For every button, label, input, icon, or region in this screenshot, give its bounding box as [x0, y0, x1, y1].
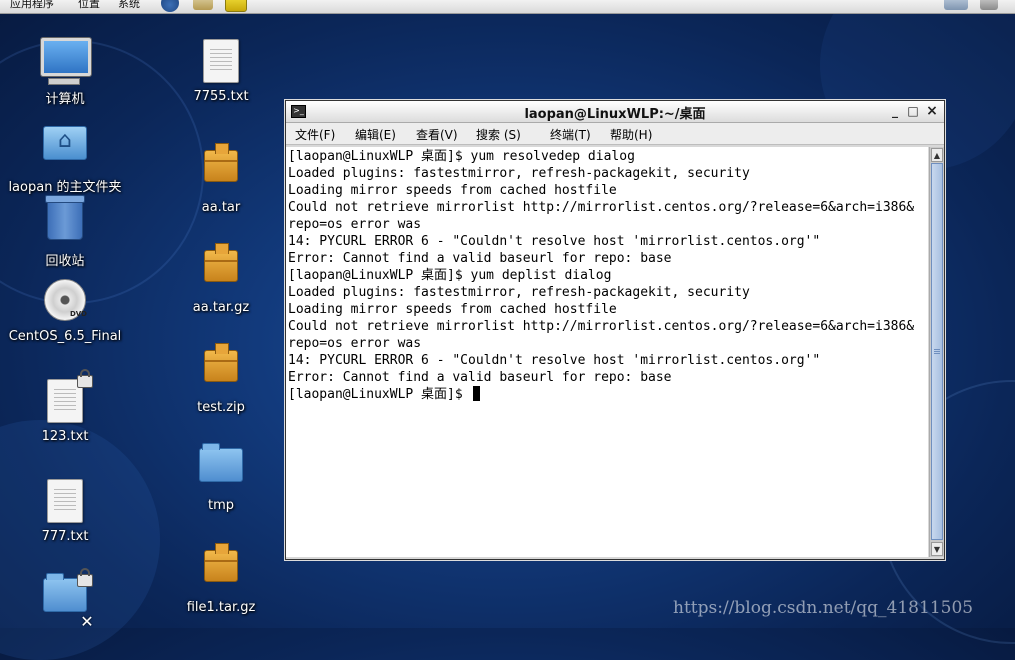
- menu-edit[interactable]: 编辑(E): [355, 126, 396, 143]
- terminal-line: Error: Cannot find a valid baseurl for r…: [288, 370, 672, 385]
- desktop-icon-label: 777.txt: [41, 529, 89, 544]
- top-panel: 应用程序 位置 系统: [0, 0, 1015, 14]
- desktop-icon-label: 回收站: [45, 254, 85, 269]
- menu-applications[interactable]: 应用程序: [10, 0, 54, 11]
- dvd-icon: [44, 279, 87, 321]
- mail-icon[interactable]: [193, 0, 213, 10]
- desktop-icon-label: laopan 的主文件夹: [8, 180, 122, 195]
- trash-icon: [45, 195, 85, 240]
- terminal-line: Loaded plugins: fastestmirror, refresh-p…: [288, 285, 750, 300]
- desktop-icon-123-txt[interactable]: 123.txt: [0, 369, 130, 444]
- watermark: https://blog.csdn.net/qq_41811505: [673, 598, 974, 618]
- text-file-icon: [203, 39, 239, 83]
- terminal-line: Could not retrieve mirrorlist http://mir…: [288, 200, 915, 215]
- terminal-line: 14: PYCURL ERROR 6 - "Couldn't resolve h…: [288, 353, 821, 368]
- archive-icon: [204, 343, 238, 382]
- terminal-line: [laopan@LinuxWLP 桌面]$ yum deplist dialog: [288, 268, 612, 283]
- desktop-icon-label: test.zip: [197, 400, 245, 415]
- desktop-icon-label: tmp: [207, 498, 234, 513]
- network-icon[interactable]: [944, 0, 968, 10]
- archive-icon: [204, 143, 238, 182]
- menu-terminal[interactable]: 终端(T): [550, 126, 591, 143]
- scroll-thumb[interactable]: [931, 163, 943, 540]
- desktop-icon-computer[interactable]: 计算机: [0, 34, 130, 107]
- home-folder-icon: [43, 126, 87, 160]
- terminal-line: Could not retrieve mirrorlist http://mir…: [288, 319, 915, 334]
- terminal-line: repo=os error was: [288, 336, 422, 351]
- desktop-icon-aa-tar-gz[interactable]: aa.tar.gz: [156, 236, 286, 315]
- desktop-icon-label: 计算机: [45, 92, 85, 107]
- menu-system[interactable]: 系统: [118, 0, 140, 11]
- desktop-icon-label: aa.tar: [201, 200, 241, 215]
- terminal-menubar: 文件(F) 编辑(E) 查看(V) 搜索 (S) 终端(T) 帮助(H): [286, 123, 944, 145]
- terminal-line: Error: Cannot find a valid baseurl for r…: [288, 251, 672, 266]
- desktop-icon-label: aa.tar.gz: [192, 300, 250, 315]
- menu-places[interactable]: 位置: [78, 0, 100, 11]
- desktop-icon-aa-tar[interactable]: aa.tar: [156, 136, 286, 215]
- desktop-icon-label: CentOS_6.5_Final: [8, 329, 122, 344]
- menu-file[interactable]: 文件(F): [295, 126, 335, 143]
- window-title: laopan@LinuxWLP:~/桌面: [524, 107, 706, 122]
- folder-icon: [199, 443, 243, 482]
- web-browser-icon[interactable]: [161, 0, 179, 12]
- maximize-button[interactable]: □: [905, 103, 921, 119]
- close-button[interactable]: ×: [924, 103, 940, 119]
- lock-icon: [77, 568, 93, 587]
- desktop-icon-broken-folder[interactable]: ✕: [0, 566, 130, 630]
- desktop-icon-7755-txt[interactable]: 7755.txt: [156, 36, 286, 104]
- archive-icon: [204, 243, 238, 282]
- notes-icon[interactable]: [225, 0, 247, 12]
- terminal-line: 14: PYCURL ERROR 6 - "Couldn't resolve h…: [288, 234, 821, 249]
- desktop-icon-home[interactable]: laopan 的主文件夹: [0, 114, 130, 195]
- archive-icon: [204, 543, 238, 582]
- menu-view[interactable]: 查看(V): [416, 126, 458, 143]
- volume-icon[interactable]: [980, 0, 998, 10]
- menu-search[interactable]: 搜索 (S): [476, 126, 521, 143]
- desktop-icon-label: 7755.txt: [193, 89, 249, 104]
- terminal-line: [laopan@LinuxWLP 桌面]$ yum resolvedep dia…: [288, 149, 635, 164]
- desktop-icon-trash[interactable]: 回收站: [0, 194, 130, 269]
- terminal-line: Loading mirror speeds from cached hostfi…: [288, 183, 617, 198]
- lock-icon: [77, 369, 93, 388]
- terminal-line: repo=os error was: [288, 217, 422, 232]
- grip-icon: [934, 349, 940, 355]
- terminal-line: Loading mirror speeds from cached hostfi…: [288, 302, 617, 317]
- desktop-icon-label: file1.tar.gz: [186, 600, 256, 615]
- terminal-prompt-line: [laopan@LinuxWLP 桌面]$: [288, 386, 480, 403]
- scroll-up-button[interactable]: ▲: [931, 148, 943, 162]
- scroll-down-button[interactable]: ▼: [931, 542, 943, 556]
- text-file-icon: [47, 479, 83, 523]
- terminal-output[interactable]: [laopan@LinuxWLP 桌面]$ yum resolvedep dia…: [286, 147, 928, 557]
- desktop-icon-label: 123.txt: [41, 429, 89, 444]
- desktop-icon-777-txt[interactable]: 777.txt: [0, 476, 130, 544]
- terminal-cursor: [472, 386, 480, 401]
- desktop-icon-tmp[interactable]: tmp: [156, 436, 286, 513]
- menu-help[interactable]: 帮助(H): [610, 126, 652, 143]
- terminal-titlebar[interactable]: >_ laopan@LinuxWLP:~/桌面 _ □ ×: [286, 101, 944, 123]
- desktop-icon-file1-tar-gz[interactable]: file1.tar.gz: [156, 536, 286, 615]
- desktop-icon-test-zip[interactable]: test.zip: [156, 336, 286, 415]
- minimize-button[interactable]: _: [887, 103, 903, 119]
- terminal-prompt: [laopan@LinuxWLP 桌面]$: [288, 387, 471, 402]
- terminal-window[interactable]: >_ laopan@LinuxWLP:~/桌面 _ □ × 文件(F) 编辑(E…: [285, 100, 945, 560]
- desktop-icon-dvd[interactable]: CentOS_6.5_Final: [0, 275, 130, 344]
- terminal-line: Loaded plugins: fastestmirror, refresh-p…: [288, 166, 750, 181]
- computer-icon: [41, 38, 91, 85]
- terminal-scrollbar[interactable]: ▲ ▼: [929, 147, 944, 557]
